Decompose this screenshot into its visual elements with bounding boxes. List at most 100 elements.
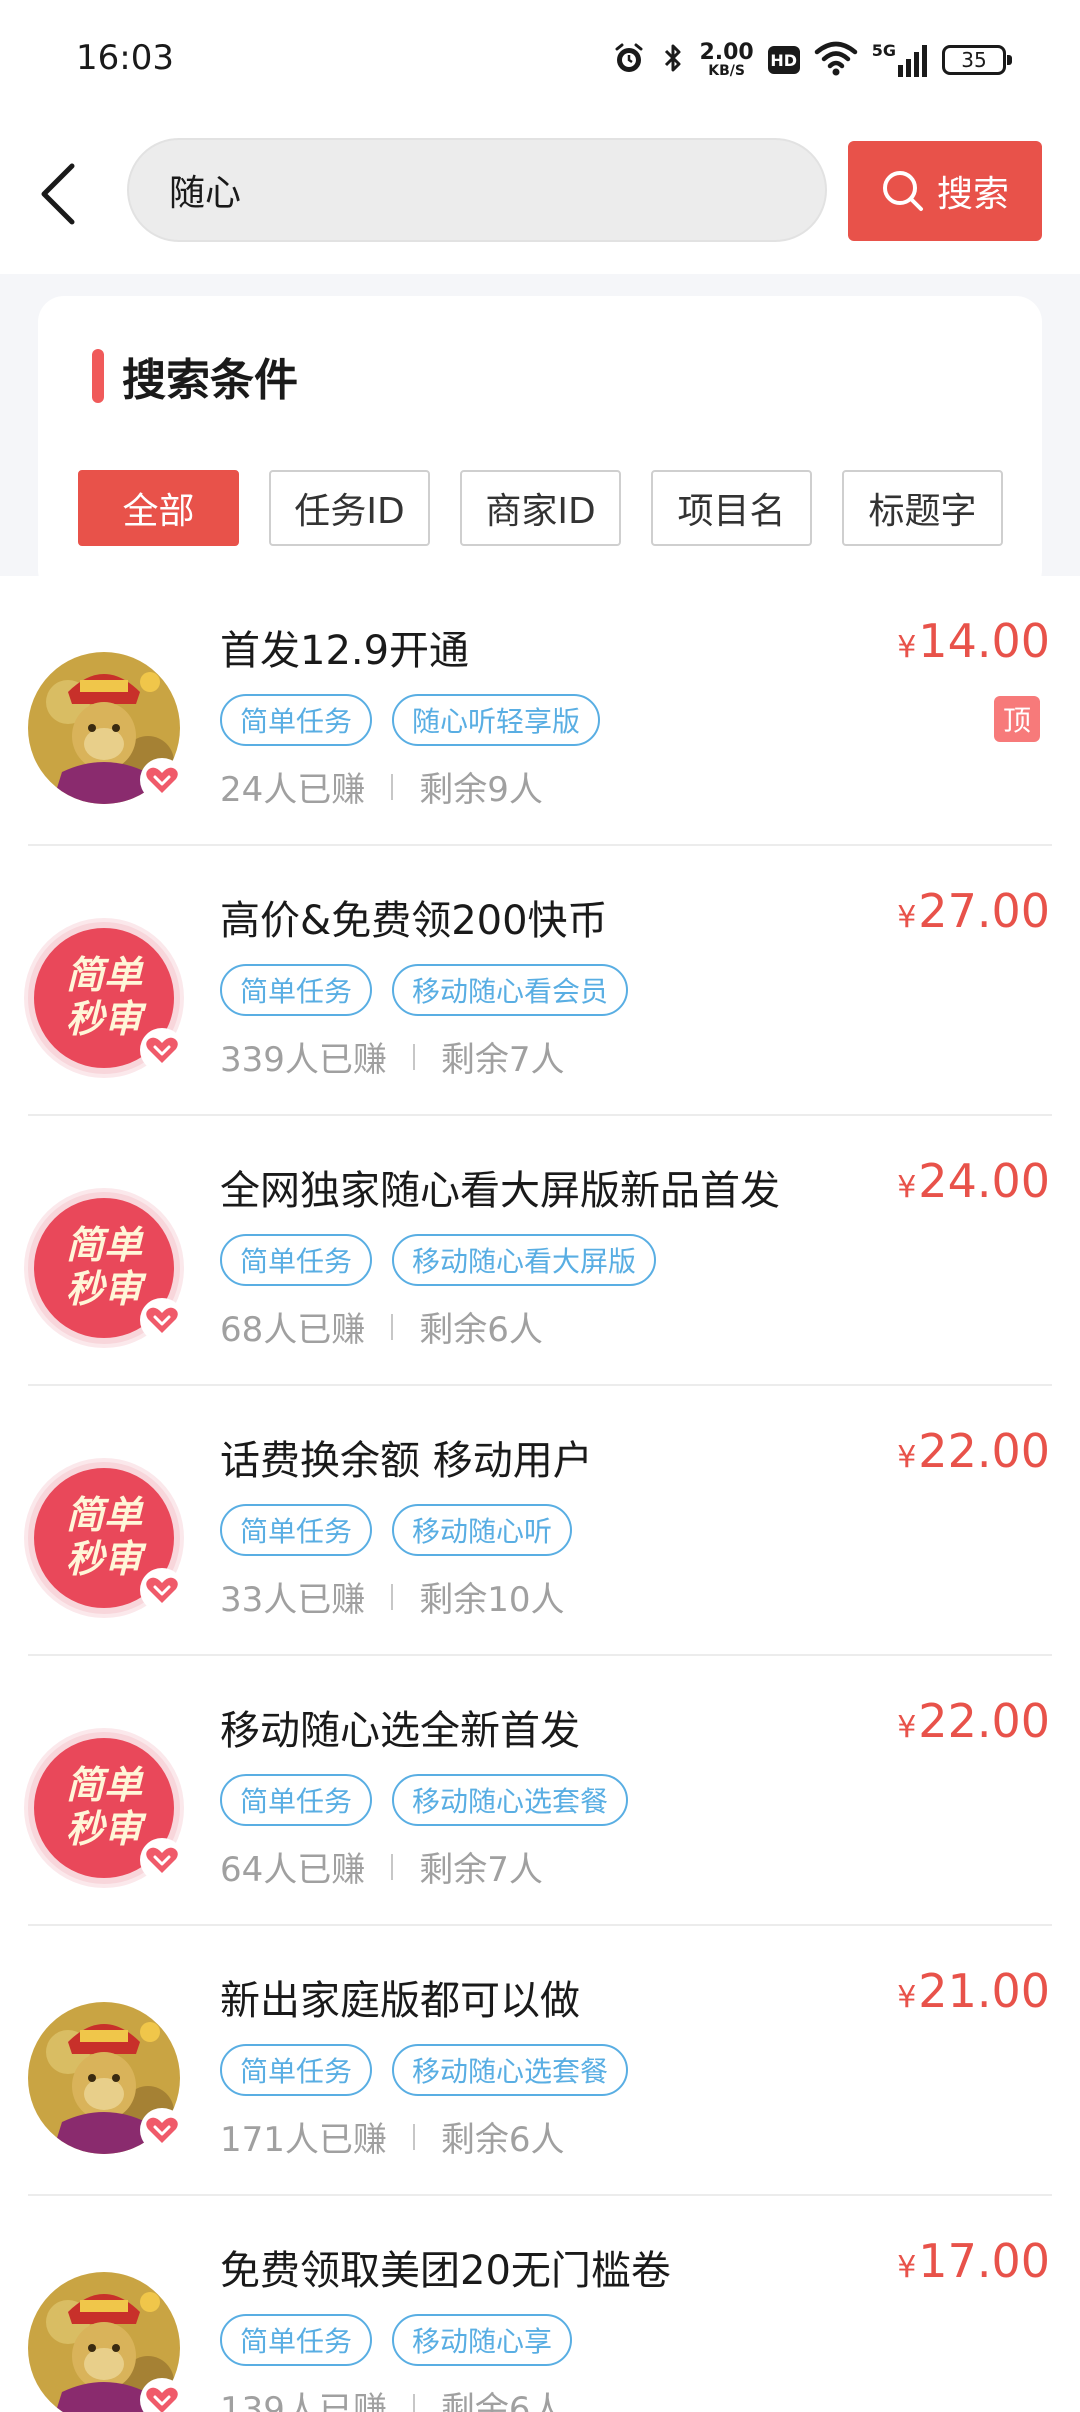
search-button[interactable]: 搜索: [848, 141, 1042, 241]
task-tag: 移动随心选套餐: [392, 2044, 629, 2096]
remaining-count: 剩余6人: [419, 1310, 543, 1350]
task-item[interactable]: 免费领取美团20无门槛卷 简单任务 移动随心享 139人已赚 剩余6人 ¥ 17…: [0, 2196, 1080, 2412]
task-stats: 33人已赚 剩余10人: [220, 1572, 565, 1621]
heart-badge: [140, 2108, 184, 2152]
task-tag: 简单任务: [220, 1234, 373, 1286]
heart-badge: [140, 2378, 184, 2412]
back-button[interactable]: [26, 154, 90, 234]
hd-icon: HD: [767, 46, 800, 74]
filter-chips: 全部 任务ID 商家ID 项目名 标题字: [78, 470, 1003, 546]
avatar: [28, 2002, 184, 2154]
search-box: [127, 138, 827, 242]
task-tags: 简单任务 移动随心选套餐: [220, 1774, 629, 1826]
task-item[interactable]: 简单 秒审 话费换余额 移动用户 简单任务 移动随心听 33人已赚 剩余10人 …: [0, 1386, 1080, 1656]
task-tags: 简单任务 移动随心享: [220, 2314, 573, 2366]
task-item[interactable]: 简单 秒审 高价&免费领200快币 简单任务 移动随心看会员 339人已赚 剩余…: [0, 846, 1080, 1116]
currency-symbol: ¥: [897, 2250, 917, 2285]
task-tag: 简单任务: [220, 2044, 373, 2096]
alarm-icon: [611, 40, 647, 80]
task-tag: 简单任务: [220, 964, 373, 1016]
task-price: ¥ 21.00: [897, 1964, 1050, 2018]
price-value: 27.00: [918, 884, 1050, 938]
section-title-text: 搜索条件: [122, 355, 298, 406]
task-price: ¥ 22.00: [897, 1694, 1050, 1748]
status-time: 16:03: [76, 38, 174, 78]
remaining-count: 剩余7人: [419, 1850, 543, 1890]
task-title: 新出家庭版都可以做: [220, 1978, 580, 2024]
filter-chip-all[interactable]: 全部: [78, 470, 239, 546]
task-tags: 简单任务 移动随心看会员: [220, 964, 629, 1016]
filter-card: 搜索条件 全部 任务ID 商家ID 项目名 标题字: [38, 296, 1042, 596]
heart-badge: [140, 1568, 184, 1612]
remaining-count: 剩余6人: [440, 2120, 565, 2160]
filter-chip-title-keyword[interactable]: 标题字: [842, 470, 1003, 546]
bluetooth-icon: [661, 40, 685, 80]
task-stats: 64人已赚 剩余7人: [220, 1842, 543, 1891]
task-tag: 简单任务: [220, 1774, 373, 1826]
heart-icon: [146, 1847, 178, 1873]
price-value: 24.00: [918, 1154, 1050, 1208]
task-tag: 简单任务: [220, 2314, 373, 2366]
battery-icon: 35: [942, 45, 1012, 75]
search-icon: [882, 171, 923, 211]
stats-divider: [412, 1043, 415, 1070]
task-price: ¥ 24.00: [897, 1154, 1050, 1208]
avatar: 简单 秒审: [28, 1732, 184, 1884]
task-title: 移动随心选全新首发: [220, 1708, 580, 1754]
task-tags: 简单任务 随心听轻享版: [220, 694, 601, 746]
filter-chip-project-name[interactable]: 项目名: [651, 470, 812, 546]
task-item[interactable]: 简单 秒审 移动随心选全新首发 简单任务 移动随心选套餐 64人已赚 剩余7人 …: [0, 1656, 1080, 1926]
task-title: 话费换余额 移动用户: [220, 1438, 593, 1484]
price-value: 17.00: [918, 2234, 1050, 2288]
task-stats: 68人已赚 剩余6人: [220, 1302, 543, 1351]
task-stats: 339人已赚 剩余7人: [220, 1032, 565, 1081]
currency-symbol: ¥: [897, 1440, 917, 1475]
avatar: 简单 秒审: [28, 1462, 184, 1614]
price-value: 22.00: [918, 1694, 1050, 1748]
search-input[interactable]: [169, 140, 789, 240]
price-value: 14.00: [918, 614, 1050, 668]
task-price: ¥ 22.00: [897, 1424, 1050, 1478]
pinned-top-badge: 顶: [994, 696, 1040, 742]
heart-badge: [140, 758, 184, 802]
currency-symbol: ¥: [897, 900, 917, 935]
filter-chip-merchant-id[interactable]: 商家ID: [460, 470, 621, 546]
currency-symbol: ¥: [897, 1710, 917, 1745]
task-item[interactable]: 新出家庭版都可以做 简单任务 移动随心选套餐 171人已赚 剩余6人 ¥ 21.…: [0, 1926, 1080, 2196]
currency-symbol: ¥: [897, 630, 917, 665]
heart-icon: [146, 1307, 178, 1333]
earned-count: 33人已赚: [220, 1580, 366, 1620]
filter-chip-task-id[interactable]: 任务ID: [269, 470, 430, 546]
earned-count: 64人已赚: [220, 1850, 366, 1890]
task-tag: 移动随心看大屏版: [392, 1234, 657, 1286]
task-tag: 移动随心看会员: [392, 964, 629, 1016]
chevron-left-icon: [41, 163, 75, 225]
remaining-count: 剩余6人: [440, 2390, 565, 2412]
earned-count: 24人已赚: [220, 770, 366, 810]
task-item[interactable]: 首发12.9开通 简单任务 随心听轻享版 24人已赚 剩余9人 ¥ 14.00 …: [0, 576, 1080, 846]
section-title: 搜索条件: [92, 348, 298, 406]
stats-divider: [391, 1853, 394, 1880]
status-icons: 2.00 KB/S HD 5G 35: [611, 38, 1012, 82]
task-price: ¥ 14.00: [897, 614, 1050, 668]
heart-icon: [146, 1577, 178, 1603]
task-item[interactable]: 简单 秒审 全网独家随心看大屏版新品首发 简单任务 移动随心看大屏版 68人已赚…: [0, 1116, 1080, 1386]
search-button-label: 搜索: [936, 174, 1009, 215]
remaining-count: 剩余7人: [440, 1040, 565, 1080]
heart-icon: [146, 1037, 178, 1063]
earned-count: 68人已赚: [220, 1310, 366, 1350]
filter-area: 搜索条件 全部 任务ID 商家ID 项目名 标题字: [0, 274, 1080, 596]
avatar: 简单 秒审: [28, 1192, 184, 1344]
stats-divider: [391, 1583, 394, 1610]
task-price: ¥ 17.00: [897, 2234, 1050, 2288]
task-title: 全网独家随心看大屏版新品首发: [220, 1168, 780, 1214]
heart-badge: [140, 1838, 184, 1882]
search-header: 搜索: [0, 124, 1080, 274]
stats-divider: [391, 1313, 394, 1340]
task-stats: 139人已赚 剩余6人: [220, 2382, 565, 2412]
task-price: ¥ 27.00: [897, 884, 1050, 938]
stats-divider: [412, 2393, 415, 2412]
task-list: 首发12.9开通 简单任务 随心听轻享版 24人已赚 剩余9人 ¥ 14.00 …: [0, 576, 1080, 2412]
currency-symbol: ¥: [897, 1980, 917, 2015]
task-title: 免费领取美团20无门槛卷: [220, 2248, 671, 2294]
